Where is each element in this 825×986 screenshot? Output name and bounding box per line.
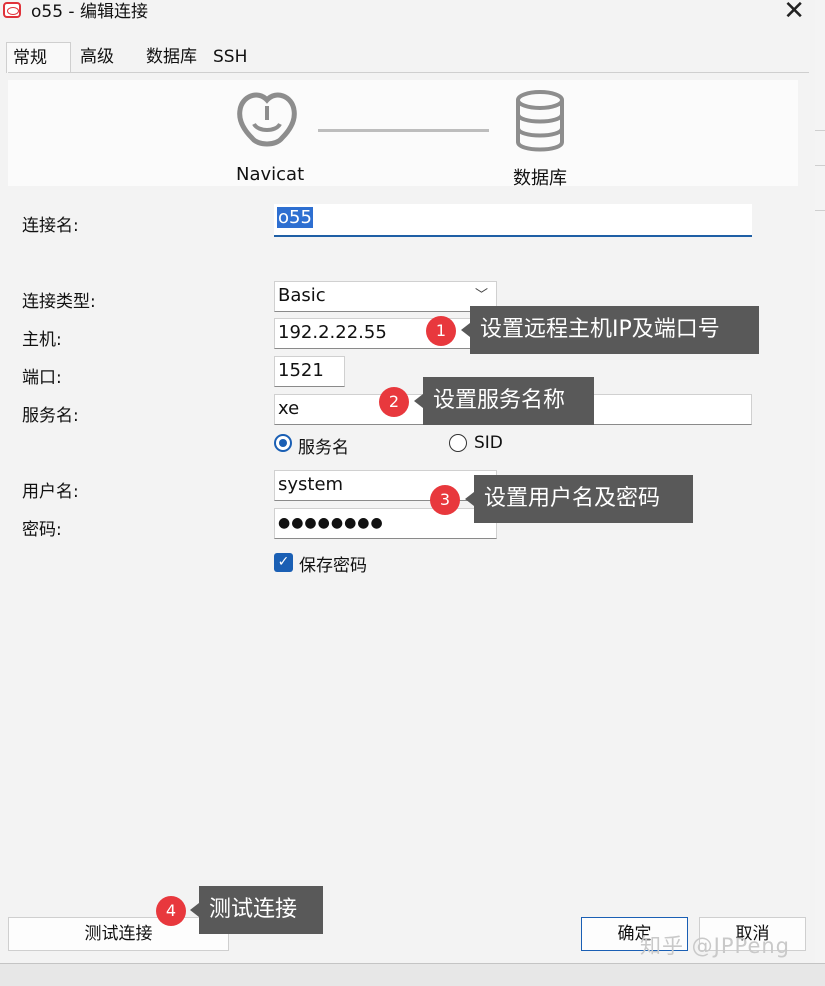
tab-ssh[interactable]: SSH — [207, 42, 262, 72]
port-input[interactable]: 1521 — [274, 356, 345, 387]
title-bar: o55 - 编辑连接 ✕ — [0, 0, 815, 26]
background-taskbar-edge — [0, 963, 825, 986]
edit-connection-window: o55 - 编辑连接 ✕ 常规 高级 数据库 SSH Navicat 数据库 连… — [0, 0, 815, 963]
close-button[interactable]: ✕ — [783, 0, 805, 24]
username-label: 用户名: — [22, 482, 79, 502]
connection-type-label: 连接类型: — [22, 292, 96, 312]
callout-service-name: 设置服务名称 — [414, 377, 594, 425]
tab-database[interactable]: 数据库 — [140, 42, 208, 72]
save-password-label: 保存密码 — [299, 556, 367, 576]
callout-credentials: 设置用户名及密码 — [465, 475, 693, 523]
callout-badge-4: 4 — [156, 896, 186, 926]
window-title: o55 - 编辑连接 — [31, 2, 148, 22]
service-name-label: 服务名: — [22, 406, 79, 426]
sid-radio[interactable] — [449, 434, 467, 452]
save-password-checkbox[interactable]: ✓ — [274, 553, 293, 572]
port-label: 端口: — [22, 368, 62, 388]
test-connection-button[interactable]: 测试连接 — [8, 917, 229, 951]
callout-host-port: 设置远程主机IP及端口号 — [461, 306, 759, 354]
background-window-edge — [815, 0, 825, 985]
tab-general[interactable]: 常规 — [6, 42, 71, 73]
navicat-app-icon — [3, 2, 21, 18]
connection-banner — [8, 80, 798, 186]
connection-name-input[interactable]: o55 — [274, 204, 752, 237]
password-label: 密码: — [22, 520, 62, 540]
connection-name-label: 连接名: — [22, 216, 79, 236]
database-icon — [516, 90, 564, 152]
host-label: 主机: — [22, 330, 62, 350]
callout-test-connection: 测试连接 — [190, 886, 323, 934]
service-name-option-label: 服务名 — [298, 438, 349, 458]
watermark: 知乎 @JPPeng — [640, 934, 791, 958]
banner-left-label: Navicat — [236, 164, 305, 185]
sid-option-label: SID — [474, 433, 503, 453]
callout-badge-2: 2 — [379, 387, 409, 417]
banner-right-label: 数据库 — [513, 168, 567, 189]
username-input[interactable]: system — [274, 470, 497, 501]
connector-line — [318, 129, 489, 132]
callout-badge-3: 3 — [430, 485, 460, 515]
callout-badge-1: 1 — [426, 316, 456, 346]
navicat-icon — [237, 92, 297, 147]
connection-type-select[interactable]: Basic ﹀ — [274, 281, 497, 312]
service-name-radio[interactable] — [274, 434, 292, 452]
password-input[interactable]: ●●●●●●●● — [274, 508, 497, 539]
tab-advanced[interactable]: 高级 — [74, 42, 136, 72]
